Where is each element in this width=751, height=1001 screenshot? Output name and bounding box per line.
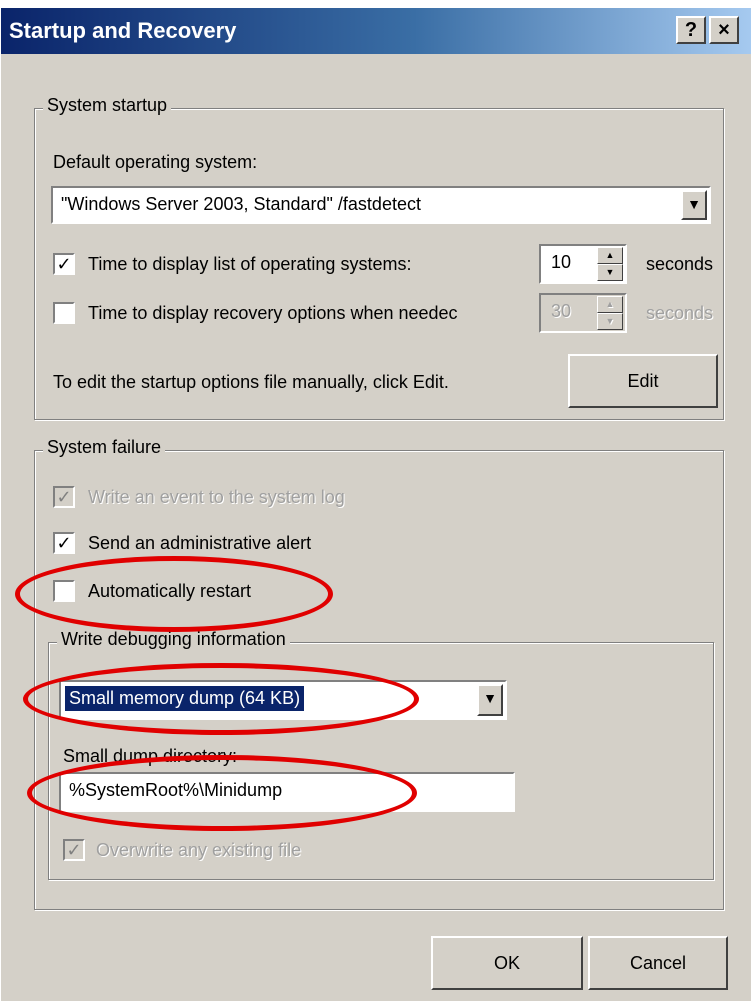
spin-up-icon: ▲ — [597, 296, 623, 313]
dropdown-arrow-icon[interactable]: ▼ — [477, 684, 503, 716]
spin-down-icon[interactable]: ▼ — [597, 264, 623, 281]
title-bar[interactable]: Startup and Recovery ? × — [1, 8, 751, 54]
edit-hint: To edit the startup options file manuall… — [53, 372, 449, 392]
display-list-spinner[interactable]: 10 ▲ ▼ — [539, 244, 627, 284]
spin-up-icon[interactable]: ▲ — [597, 247, 623, 264]
default-os-combobox[interactable]: "Windows Server 2003, Standard" /fastdet… — [51, 186, 711, 224]
checkmark-icon: ✓ — [66, 840, 82, 860]
display-list-label: Time to display list of operating system… — [88, 254, 412, 274]
close-button[interactable]: × — [709, 16, 739, 44]
display-recovery-checkbox[interactable] — [53, 302, 75, 324]
display-recovery-spinner: 30 ▲ ▼ — [539, 293, 627, 333]
default-os-label: Default operating system: — [53, 152, 258, 172]
highlight-auto-restart — [15, 556, 333, 632]
system-failure-label: System failure — [43, 437, 166, 458]
send-alert-checkbox[interactable]: ✓ — [53, 532, 75, 554]
send-alert-label: Send an administrative alert — [88, 533, 312, 553]
display-recovery-unit: seconds — [646, 303, 714, 323]
checkmark-icon: ✓ — [56, 533, 72, 553]
dropdown-arrow-icon[interactable]: ▼ — [681, 190, 707, 220]
default-os-value: "Windows Server 2003, Standard" /fastdet… — [61, 194, 421, 214]
spin-down-icon: ▼ — [597, 313, 623, 330]
highlight-dump-type — [23, 663, 419, 735]
overwrite-label: Overwrite any existing file — [96, 840, 302, 860]
display-list-value: 10 — [551, 252, 572, 272]
edit-button[interactable]: Edit — [568, 354, 718, 408]
display-recovery-value: 30 — [551, 301, 572, 321]
help-button[interactable]: ? — [676, 16, 706, 44]
write-event-label: Write an event to the system log — [88, 487, 345, 507]
display-recovery-label: Time to display recovery options when ne… — [88, 303, 458, 323]
checkmark-icon: ✓ — [56, 487, 72, 507]
display-list-checkbox[interactable]: ✓ — [53, 253, 75, 275]
ok-button[interactable]: OK — [431, 936, 583, 990]
window-title: Startup and Recovery — [9, 18, 237, 43]
checkmark-icon: ✓ — [56, 254, 72, 274]
cancel-button[interactable]: Cancel — [588, 936, 728, 990]
startup-recovery-dialog: Startup and Recovery ? × System startup … — [0, 8, 751, 1001]
highlight-dump-dir — [27, 755, 417, 831]
debug-info-label: Write debugging information — [57, 629, 290, 650]
system-startup-label: System startup — [43, 95, 172, 116]
overwrite-checkbox: ✓ — [63, 839, 85, 861]
write-event-checkbox: ✓ — [53, 486, 75, 508]
display-list-unit: seconds — [646, 254, 714, 274]
